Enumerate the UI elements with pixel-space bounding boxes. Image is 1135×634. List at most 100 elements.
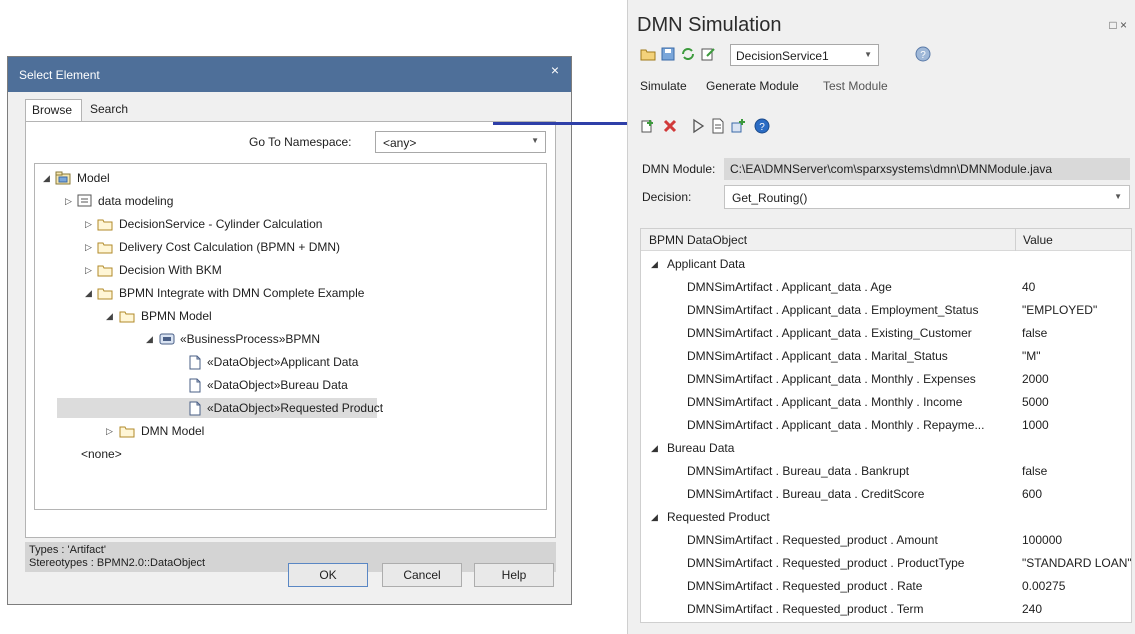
- object-value[interactable]: 5000: [1022, 391, 1049, 414]
- table-row[interactable]: DMNSimArtifact . Applicant_data . Monthl…: [641, 391, 1131, 414]
- add-icon[interactable]: [640, 118, 656, 134]
- table-row[interactable]: DMNSimArtifact . Applicant_data . Monthl…: [641, 368, 1131, 391]
- tree-node-label: «BusinessProcess»BPMN: [180, 332, 321, 346]
- dialog-title-bar[interactable]: Select Element ×: [8, 57, 571, 92]
- tab-search[interactable]: Search: [84, 99, 140, 121]
- help-icon[interactable]: ?: [915, 46, 931, 62]
- table-row[interactable]: DMNSimArtifact . Applicant_data . Existi…: [641, 322, 1131, 345]
- object-value[interactable]: 1000: [1022, 414, 1049, 437]
- collapsed-icon[interactable]: ▷: [65, 191, 72, 211]
- tree-node-label: DMN Model: [141, 424, 205, 438]
- chevron-down-icon: ▼: [531, 136, 539, 145]
- collapsed-icon[interactable]: ▷: [85, 237, 92, 257]
- object-value[interactable]: 100000: [1022, 529, 1062, 552]
- refresh-icon[interactable]: [680, 46, 696, 62]
- tree-node-dmn-model[interactable]: ▷ DMN Model: [35, 421, 535, 441]
- close-icon[interactable]: ×: [551, 62, 559, 78]
- generate-icon[interactable]: [730, 118, 746, 134]
- collapsed-icon[interactable]: ▷: [85, 260, 92, 280]
- tree-node-bpmn-model[interactable]: ◢ BPMN Model: [35, 306, 535, 326]
- namespace-label: Go To Namespace:: [249, 135, 352, 149]
- tree-node-label: BPMN Model: [141, 309, 212, 323]
- column-header-object[interactable]: BPMN DataObject: [649, 233, 747, 247]
- object-value[interactable]: "STANDARD LOAN": [1022, 552, 1131, 575]
- expanded-icon[interactable]: ◢: [85, 283, 92, 303]
- object-value[interactable]: 240: [1022, 598, 1042, 621]
- menu-generate-module[interactable]: Generate Module: [706, 79, 799, 93]
- tree-node-bpmn-integrate[interactable]: ◢ BPMN Integrate with DMN Complete Examp…: [35, 283, 535, 303]
- object-path: DMNSimArtifact . Requested_product . Rat…: [687, 579, 923, 593]
- ok-button[interactable]: OK: [288, 563, 368, 587]
- table-row[interactable]: DMNSimArtifact . Bureau_data . Bankrupt …: [641, 460, 1131, 483]
- expanded-icon[interactable]: ◢: [106, 306, 113, 326]
- object-value[interactable]: "M": [1022, 345, 1041, 368]
- group-row-applicant-data[interactable]: ◢ Applicant Data: [641, 253, 1131, 276]
- open-folder-icon[interactable]: [640, 46, 656, 62]
- object-value[interactable]: 40: [1022, 276, 1035, 299]
- table-row[interactable]: DMNSimArtifact . Applicant_data . Employ…: [641, 299, 1131, 322]
- tree-node-business-process[interactable]: ◢ «BusinessProcess»BPMN: [35, 329, 535, 349]
- window-controls-icon[interactable]: □ ×: [1109, 18, 1127, 32]
- decision-select[interactable]: Get_Routing() ▼: [724, 185, 1130, 209]
- object-value[interactable]: false: [1022, 460, 1047, 483]
- column-header-value[interactable]: Value: [1023, 233, 1053, 247]
- object-value[interactable]: 600: [1022, 483, 1042, 506]
- table-row[interactable]: DMNSimArtifact . Bureau_data . CreditSco…: [641, 483, 1131, 506]
- dmn-module-label: DMN Module:: [642, 162, 716, 176]
- table-row[interactable]: DMNSimArtifact . Requested_product . Ter…: [641, 598, 1131, 621]
- object-path: DMNSimArtifact . Requested_product . Ter…: [687, 602, 924, 616]
- tree-node-delivery-cost[interactable]: ▷ Delivery Cost Calculation (BPMN + DMN): [35, 237, 535, 257]
- expanded-icon[interactable]: ◢: [43, 168, 50, 188]
- decision-service-select[interactable]: DecisionService1 ▼: [730, 44, 879, 66]
- table-row[interactable]: DMNSimArtifact . Applicant_data . Monthl…: [641, 414, 1131, 437]
- object-path: DMNSimArtifact . Requested_product . Pro…: [687, 556, 965, 570]
- tree-node-label: «DataObject»Applicant Data: [207, 355, 359, 369]
- expanded-icon[interactable]: ◢: [651, 437, 658, 460]
- tab-browse[interactable]: Browse: [25, 99, 82, 122]
- document-icon: [189, 378, 201, 393]
- run-icon[interactable]: [690, 118, 706, 134]
- connector-line: [493, 122, 642, 125]
- group-row-bureau-data[interactable]: ◢ Bureau Data: [641, 437, 1131, 460]
- save-icon[interactable]: [660, 46, 676, 62]
- cancel-button[interactable]: Cancel: [382, 563, 462, 587]
- edit-icon[interactable]: [700, 46, 716, 62]
- folder-icon: [97, 288, 113, 300]
- object-value[interactable]: false: [1022, 322, 1047, 345]
- group-row-requested-product[interactable]: ◢ Requested Product: [641, 506, 1131, 529]
- tree-node-applicant-data[interactable]: «DataObject»Applicant Data: [35, 352, 535, 372]
- object-value[interactable]: 0.00275: [1022, 575, 1065, 598]
- tree-node-data-modeling[interactable]: ▷ data modeling: [35, 191, 535, 211]
- menu-test-module[interactable]: Test Module: [823, 79, 888, 93]
- collapsed-icon[interactable]: ▷: [85, 214, 92, 234]
- tree-node-decision-service[interactable]: ▷ DecisionService - Cylinder Calculation: [35, 214, 535, 234]
- tree-node-requested-product[interactable]: «DataObject»Requested Product: [57, 398, 383, 418]
- delete-icon[interactable]: [662, 118, 678, 134]
- tree-node-bureau-data[interactable]: «DataObject»Bureau Data: [35, 375, 535, 395]
- folder-icon: [119, 426, 135, 438]
- namespace-select[interactable]: <any> ▼: [375, 131, 546, 153]
- group-label: Requested Product: [667, 510, 770, 524]
- column-divider[interactable]: [1015, 229, 1016, 251]
- tree-node-label: BPMN Integrate with DMN Complete Example: [119, 286, 365, 300]
- table-row[interactable]: DMNSimArtifact . Applicant_data . Marita…: [641, 345, 1131, 368]
- collapsed-icon[interactable]: ▷: [106, 421, 113, 441]
- help-button[interactable]: Help: [474, 563, 554, 587]
- object-path: DMNSimArtifact . Applicant_data . Age: [687, 280, 892, 294]
- expanded-icon[interactable]: ◢: [146, 329, 153, 349]
- table-row[interactable]: DMNSimArtifact . Requested_product . Amo…: [641, 529, 1131, 552]
- table-row[interactable]: DMNSimArtifact . Requested_product . Pro…: [641, 552, 1131, 575]
- tree-node-none[interactable]: <none>: [35, 444, 535, 464]
- table-row[interactable]: DMNSimArtifact . Applicant_data . Age 40: [641, 276, 1131, 299]
- table-row[interactable]: DMNSimArtifact . Requested_product . Rat…: [641, 575, 1131, 598]
- document-icon[interactable]: [710, 118, 726, 134]
- menu-simulate[interactable]: Simulate: [640, 79, 687, 93]
- tree-node-model[interactable]: ◢ Model: [35, 168, 535, 188]
- expanded-icon[interactable]: ◢: [651, 506, 658, 529]
- tree-node-decision-bkm[interactable]: ▷ Decision With BKM: [35, 260, 535, 280]
- object-value[interactable]: 2000: [1022, 368, 1049, 391]
- svg-text:?: ?: [920, 50, 926, 61]
- expanded-icon[interactable]: ◢: [651, 253, 658, 276]
- object-value[interactable]: "EMPLOYED": [1022, 299, 1097, 322]
- help-icon[interactable]: ?: [754, 118, 770, 134]
